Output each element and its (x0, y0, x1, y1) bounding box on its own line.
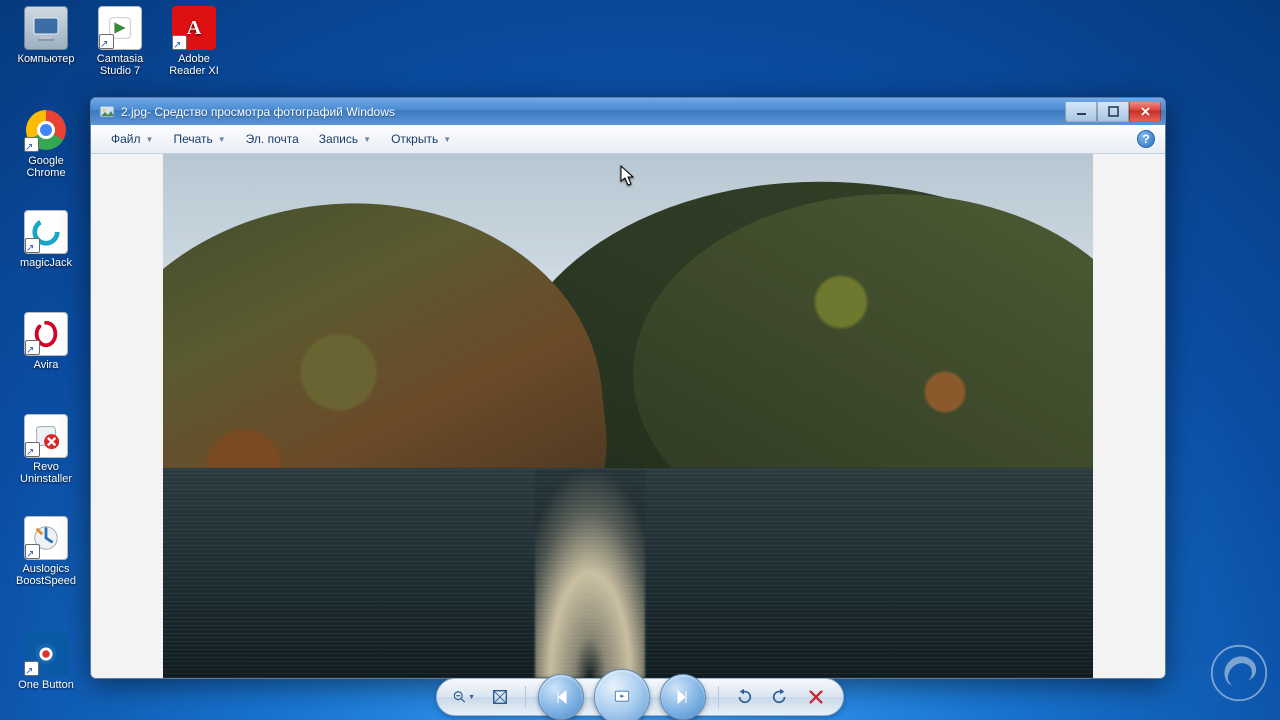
chevron-down-icon: ▼ (443, 135, 451, 144)
icon-label: One Button (10, 679, 82, 691)
computer-icon (24, 6, 68, 50)
separator (718, 686, 719, 708)
next-button[interactable] (660, 674, 706, 720)
menu-email-label: Эл. почта (246, 132, 299, 146)
minimize-button[interactable] (1065, 102, 1097, 122)
icon-label: Camtasia (84, 53, 156, 65)
actual-size-button[interactable] (489, 686, 511, 708)
icon-label-2: Chrome (10, 167, 82, 179)
auslogics-icon (24, 516, 68, 560)
icon-label-2: Reader XI (158, 65, 230, 77)
slideshow-button[interactable] (594, 669, 650, 720)
camtasia-icon (98, 6, 142, 50)
one-button-icon (24, 632, 68, 676)
menu-email[interactable]: Эл. почта (236, 129, 309, 149)
chrome-icon (24, 108, 68, 152)
maximize-button[interactable] (1097, 102, 1129, 122)
icon-label-2: Studio 7 (84, 65, 156, 77)
window-title-suffix: - Средство просмотра фотографий Windows (147, 105, 395, 119)
separator (525, 686, 526, 708)
zoom-slider-button[interactable]: ▼ (453, 686, 475, 708)
menu-print[interactable]: Печать ▼ (163, 129, 235, 149)
desktop-icon-adobe-reader[interactable]: A Adobe Reader XI (158, 6, 230, 77)
window-title-filename: 2.jpg (121, 105, 147, 119)
toolbar: Файл ▼ Печать ▼ Эл. почта Запись ▼ Открыть ▼… (91, 125, 1165, 154)
menu-open-label: Открыть (391, 132, 438, 146)
chevron-down-icon: ▼ (468, 694, 475, 701)
desktop-icon-camtasia[interactable]: Camtasia Studio 7 (84, 6, 156, 77)
menu-burn-label: Запись (319, 132, 358, 146)
icon-label: Avira (10, 359, 82, 371)
delete-button[interactable] (805, 686, 827, 708)
desktop-icon-computer[interactable]: Компьютер (10, 6, 82, 65)
rotate-ccw-button[interactable] (733, 686, 755, 708)
magicjack-icon (24, 210, 68, 254)
icon-label-2: Uninstaller (10, 473, 82, 485)
icon-label: Компьютер (10, 53, 82, 65)
desktop-icon-revo[interactable]: Revo Uninstaller (10, 414, 82, 485)
titlebar[interactable]: 2.jpg - Средство просмотра фотографий Wi… (91, 98, 1165, 125)
menu-print-label: Печать (173, 132, 212, 146)
desktop-icon-onebutton[interactable]: One Button (10, 632, 82, 691)
icon-label-2: BoostSpeed (10, 575, 82, 587)
icon-label: magicJack (10, 257, 82, 269)
help-icon: ? (1142, 132, 1149, 146)
revo-uninstaller-icon (24, 414, 68, 458)
displayed-photo (163, 154, 1093, 678)
photo-viewer-window: 2.jpg - Средство просмотра фотографий Wi… (90, 97, 1166, 679)
icon-label: Adobe (158, 53, 230, 65)
menu-open[interactable]: Открыть ▼ (381, 129, 461, 149)
menu-burn[interactable]: Запись ▼ (309, 129, 381, 149)
image-viewport (91, 154, 1165, 678)
icon-label: Google (10, 155, 82, 167)
desktop-icon-magicjack[interactable]: magicJack (10, 210, 82, 269)
adobe-reader-icon: A (172, 6, 216, 50)
menu-file[interactable]: Файл ▼ (101, 129, 163, 149)
desktop-icon-chrome[interactable]: Google Chrome (10, 108, 82, 179)
desktop-icon-avira[interactable]: Avira (10, 312, 82, 371)
chevron-down-icon: ▼ (363, 135, 371, 144)
avira-icon (24, 312, 68, 356)
close-button[interactable] (1129, 102, 1161, 122)
rotate-cw-button[interactable] (769, 686, 791, 708)
desktop-icon-auslogics[interactable]: Auslogics BoostSpeed (10, 516, 82, 587)
previous-button[interactable] (538, 674, 584, 720)
menu-file-label: Файл (111, 132, 141, 146)
icon-label: Auslogics (10, 563, 82, 575)
watermark-dragon-icon (1210, 644, 1268, 702)
icon-label: Revo (10, 461, 82, 473)
chevron-down-icon: ▼ (218, 135, 226, 144)
viewer-controls-dock: ▼ (436, 678, 844, 716)
app-icon (99, 104, 115, 120)
help-button[interactable]: ? (1137, 130, 1155, 148)
chevron-down-icon: ▼ (146, 135, 154, 144)
